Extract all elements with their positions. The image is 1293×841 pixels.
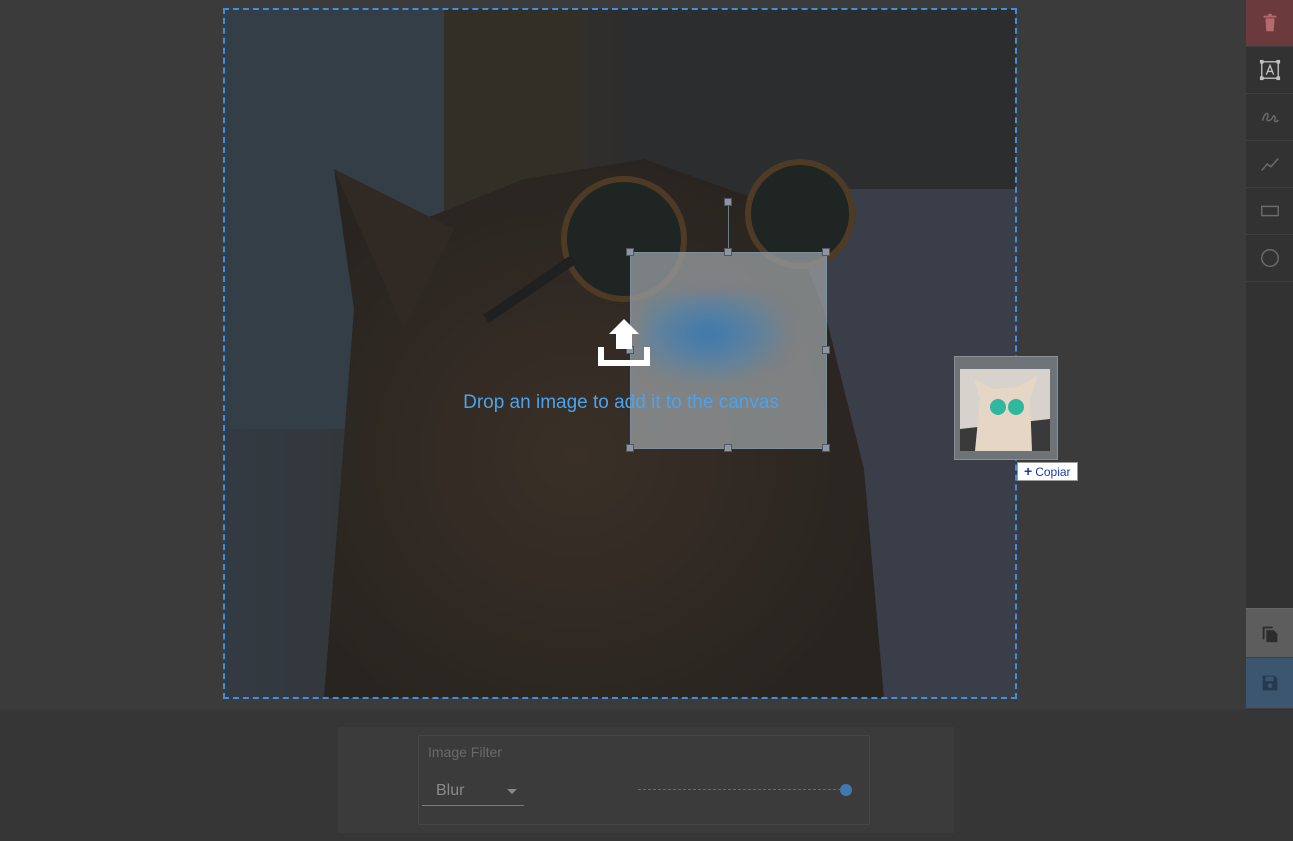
right-toolbar [1246,0,1293,710]
filter-select-value: Blur [436,782,465,799]
copy-label-text: Copiar [1035,465,1071,479]
delete-button[interactable] [1246,0,1293,47]
rectangle-tool-button[interactable] [1246,188,1293,235]
freehand-icon [1261,112,1279,123]
chevron-down-icon [507,789,517,794]
slider-thumb[interactable] [840,784,852,796]
draw-tool-button[interactable] [1246,94,1293,141]
drop-message: Drop an image to add it to the canvas [463,392,779,413]
filter-intensity-slider[interactable] [638,789,846,790]
image-drop-zone[interactable]: Drop an image to add it to the canvas [223,8,1017,699]
copy-button[interactable] [1246,608,1293,658]
upload-icon [598,319,650,366]
text-tool-button[interactable] [1246,47,1293,94]
plus-icon: + [1024,463,1033,479]
copy-drag-label: + Copiar [1017,462,1078,481]
circle-tool-button[interactable] [1246,235,1293,282]
polyline-icon [1260,158,1279,171]
copy-icon [1262,626,1277,643]
line-tool-button[interactable] [1246,141,1293,188]
rectangle-icon [1260,205,1279,217]
filter-panel-title: Image Filter [428,744,502,760]
dragged-image-thumbnail [960,369,1050,451]
circle-icon [1260,249,1279,267]
trash-icon [1263,13,1276,32]
dragged-image-preview [954,356,1058,460]
save-button[interactable] [1246,658,1293,709]
filter-select[interactable]: Blur [422,777,524,806]
save-icon [1262,675,1277,691]
text-box-icon [1259,59,1280,81]
